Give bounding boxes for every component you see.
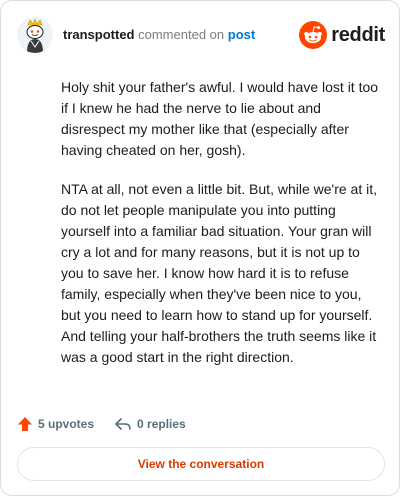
comment-body: Holy shit your father's awful. I would h… [61,77,381,386]
comment-actions: 5 upvotes 0 replies [17,413,206,435]
comment-header: transpotted commented on post reddit [17,15,385,55]
upvote-action[interactable]: 5 upvotes [17,416,94,432]
upvote-arrow-icon [18,417,32,431]
upvote-count: 5 upvotes [38,417,95,431]
comment-meta: transpotted commented on post [63,27,255,43]
snoo-avatar-icon[interactable] [17,17,53,53]
comment-paragraph: Holy shit your father's awful. I would h… [61,79,379,158]
view-conversation-button[interactable]: View the conversation [17,447,385,481]
reply-count: 0 replies [137,417,186,431]
comment-embed-card: transpotted commented on post reddit Hol… [0,0,400,496]
commented-on-text: commented on [138,27,225,42]
post-link[interactable]: post [228,27,255,42]
username-link[interactable]: transpotted [63,27,135,42]
reply-action[interactable]: 0 replies [114,416,186,432]
reddit-snoo-logo-icon [299,21,328,49]
comment-paragraph: NTA at all, not even a little bit. But, … [61,181,378,365]
reply-arrow-icon [115,418,131,430]
reddit-brand[interactable]: reddit [299,21,385,49]
reddit-wordmark: reddit [331,23,385,46]
